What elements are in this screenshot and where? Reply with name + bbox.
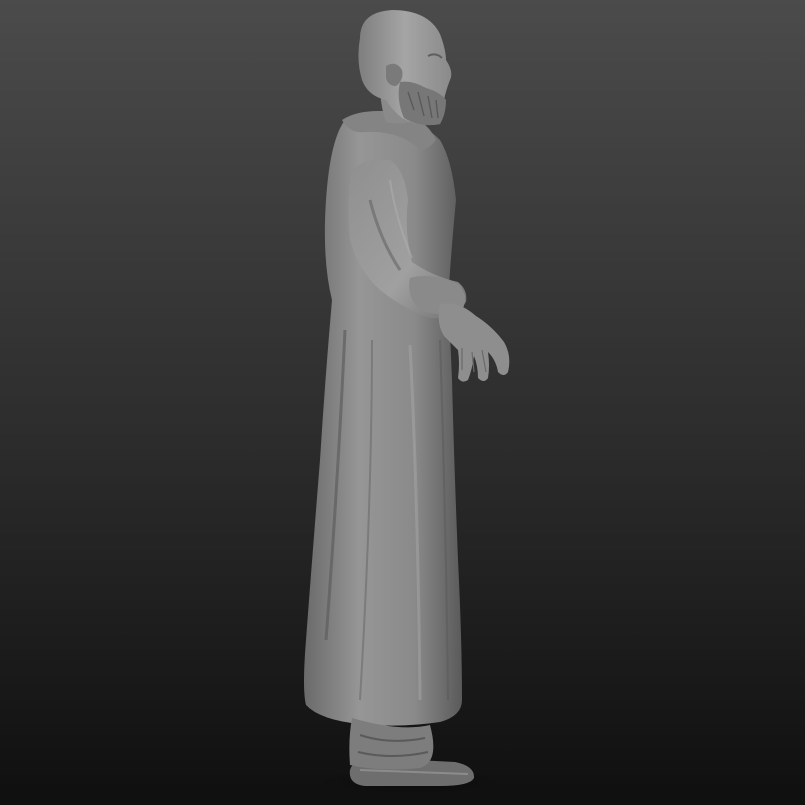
viewport-canvas[interactable] (0, 0, 805, 805)
sculpted-figure-model (304, 10, 510, 794)
robe-hem (349, 718, 434, 770)
